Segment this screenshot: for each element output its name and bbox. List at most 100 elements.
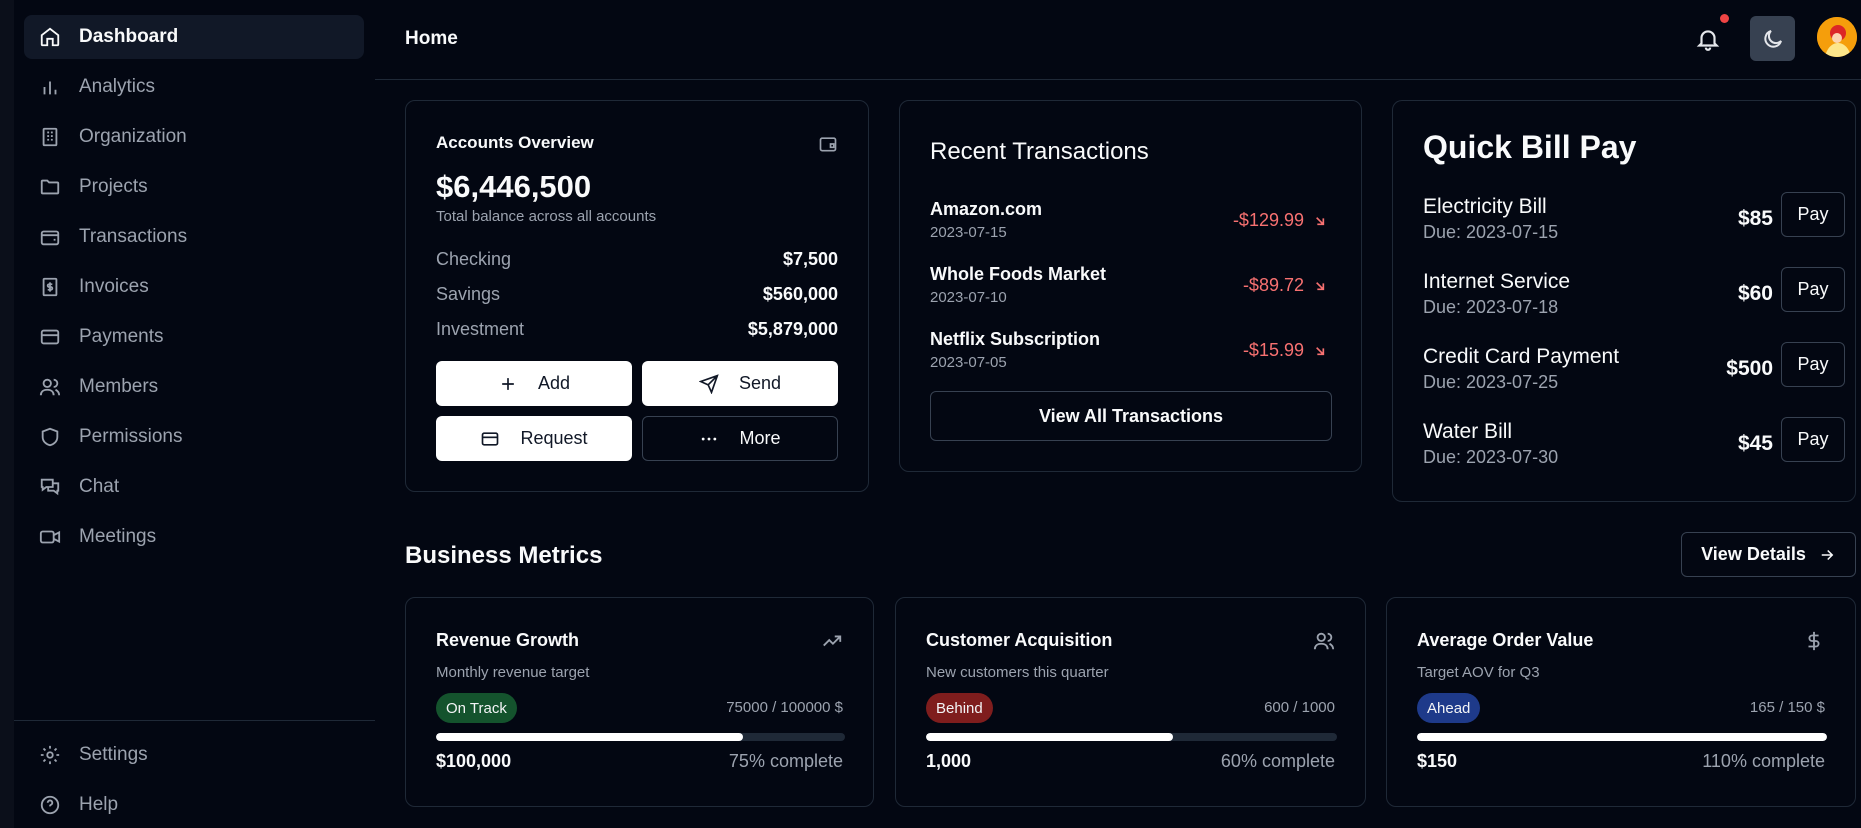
notification-dot xyxy=(1720,14,1729,23)
bill-amount: $60 xyxy=(1737,282,1773,305)
transaction-row[interactable]: Netflix Subscription 2023-07-05 -$15.99 xyxy=(930,329,1328,371)
sidebar-item-chat[interactable]: Chat xyxy=(24,465,364,509)
sidebar-item-label: Invoices xyxy=(79,276,149,297)
request-button-label: Request xyxy=(520,428,588,448)
top-header: Home xyxy=(375,0,1861,80)
sidebar-item-label: Payments xyxy=(79,326,164,347)
sidebar-item-settings[interactable]: Settings xyxy=(24,733,364,777)
sidebar-item-permissions[interactable]: Permissions xyxy=(24,415,364,459)
account-label: Savings xyxy=(436,284,501,304)
sidebar-item-organization[interactable]: Organization xyxy=(24,115,364,159)
quick-bill-pay-card: Quick Bill Pay Electricity Bill Due: 202… xyxy=(1392,100,1856,502)
transaction-amount-wrap: -$89.72 xyxy=(1243,275,1328,296)
bill-row: Credit Card Payment Due: 2023-07-25 $500… xyxy=(1423,342,1861,393)
balance-subtitle: Total balance across all accounts xyxy=(436,208,657,225)
status-badge: On Track xyxy=(436,693,517,723)
sidebar-item-projects[interactable]: Projects xyxy=(24,165,364,209)
help-circle-icon xyxy=(40,795,60,815)
folder-icon xyxy=(40,179,60,195)
transactions-title: Recent Transactions xyxy=(930,138,1149,165)
sidebar-item-members[interactable]: Members xyxy=(24,365,364,409)
sidebar-edge xyxy=(0,0,14,828)
view-details-button[interactable]: View Details xyxy=(1681,532,1856,577)
total-balance: $6,446,500 xyxy=(436,169,592,204)
sidebar-item-meetings[interactable]: Meetings xyxy=(24,515,364,559)
progress-bar xyxy=(1417,733,1827,741)
request-button[interactable]: Request xyxy=(436,416,632,461)
more-button[interactable]: More xyxy=(642,416,838,461)
pay-button[interactable]: Pay xyxy=(1781,267,1845,312)
metric-description: Monthly revenue target xyxy=(436,664,590,681)
sidebar-item-label: Chat xyxy=(79,476,120,497)
chat-icon xyxy=(40,478,60,496)
transaction-amount-wrap: -$129.99 xyxy=(1233,210,1328,231)
progress-bar-fill xyxy=(436,733,743,741)
page-title: Home xyxy=(405,28,458,49)
account-row-savings: Savings $560,000 xyxy=(436,284,838,305)
view-all-transactions-button[interactable]: View All Transactions xyxy=(930,391,1332,441)
sidebar-item-dashboard[interactable]: Dashboard xyxy=(24,15,364,59)
more-button-label: More xyxy=(739,428,781,448)
sidebar-item-help[interactable]: Help xyxy=(24,783,364,827)
add-button-label: Add xyxy=(537,373,571,393)
sidebar-nav: Dashboard Analytics Organization Project… xyxy=(24,15,364,565)
dollar-icon xyxy=(1808,631,1820,651)
bill-amount: $45 xyxy=(1737,432,1773,455)
transaction-row[interactable]: Amazon.com 2023-07-15 -$129.99 xyxy=(930,199,1328,241)
metric-progress-text: 165 / 150 $ xyxy=(1749,699,1825,716)
view-details-label: View Details xyxy=(1701,544,1806,564)
metric-card-average-order-value: Average Order Value Target AOV for Q3 Ah… xyxy=(1386,597,1856,807)
metric-target: $150 xyxy=(1417,751,1458,771)
progress-bar xyxy=(436,733,845,741)
bill-row: Water Bill Due: 2023-07-30 $45 Pay xyxy=(1423,417,1861,468)
pay-button[interactable]: Pay xyxy=(1781,342,1845,387)
metric-target: $100,000 xyxy=(436,751,512,771)
bill-amount: $500 xyxy=(1726,357,1773,380)
send-icon xyxy=(698,373,719,394)
transaction-amount: -$89.72 xyxy=(1242,275,1304,295)
users-icon xyxy=(1313,632,1335,650)
users-icon xyxy=(39,378,61,396)
account-row-investment: Investment $5,879,000 xyxy=(436,319,838,340)
transaction-amount: -$15.99 xyxy=(1242,340,1304,360)
sidebar-item-payments[interactable]: Payments xyxy=(24,315,364,359)
bill-row: Internet Service Due: 2023-07-18 $60 Pay xyxy=(1423,267,1861,318)
recent-transactions-card: Recent Transactions Amazon.com 2023-07-1… xyxy=(899,100,1362,472)
trending-up-icon xyxy=(823,635,842,647)
send-button[interactable]: Send xyxy=(642,361,838,406)
avatar[interactable] xyxy=(1817,17,1857,57)
metric-card-customer-acquisition: Customer Acquisition New customers this … xyxy=(895,597,1366,807)
avatar-image xyxy=(1817,17,1857,57)
plus-icon xyxy=(502,377,514,390)
sidebar-bottom-nav: Settings Help xyxy=(24,733,364,828)
sidebar-item-label: Meetings xyxy=(79,526,157,547)
progress-bar xyxy=(926,733,1337,741)
sidebar-item-invoices[interactable]: Invoices xyxy=(24,265,364,309)
sidebar-item-label: Analytics xyxy=(79,76,156,97)
sidebar-item-analytics[interactable]: Analytics xyxy=(24,65,364,109)
add-button[interactable]: Add xyxy=(436,361,632,406)
arrow-down-right-icon xyxy=(1316,216,1325,225)
metric-percent: 110% complete xyxy=(1702,751,1825,771)
sidebar-item-label: Dashboard xyxy=(79,26,179,47)
home-icon xyxy=(40,27,60,47)
sidebar: Dashboard Analytics Organization Project… xyxy=(0,0,375,828)
metric-description: Target AOV for Q3 xyxy=(1417,664,1540,681)
account-value: $560,000 xyxy=(762,284,838,304)
sidebar-item-label: Organization xyxy=(79,126,187,147)
progress-bar-fill xyxy=(926,733,1173,741)
transaction-row[interactable]: Whole Foods Market 2023-07-10 -$89.72 xyxy=(930,264,1328,306)
pay-button[interactable]: Pay xyxy=(1781,192,1845,237)
sidebar-divider xyxy=(14,720,375,721)
status-badge: Behind xyxy=(926,693,993,723)
metric-progress-text: 600 / 1000 xyxy=(1264,699,1335,716)
gear-icon xyxy=(40,745,60,765)
metric-card-revenue-growth: Revenue Growth Monthly revenue target On… xyxy=(405,597,874,807)
metric-target: 1,000 xyxy=(926,751,972,771)
pay-button[interactable]: Pay xyxy=(1781,417,1845,462)
theme-toggle-button[interactable] xyxy=(1750,16,1795,61)
sidebar-item-label: Members xyxy=(79,376,159,397)
accounts-title: Accounts Overview xyxy=(436,133,594,152)
bell-icon[interactable] xyxy=(1695,26,1721,52)
sidebar-item-transactions[interactable]: Transactions xyxy=(24,215,364,259)
